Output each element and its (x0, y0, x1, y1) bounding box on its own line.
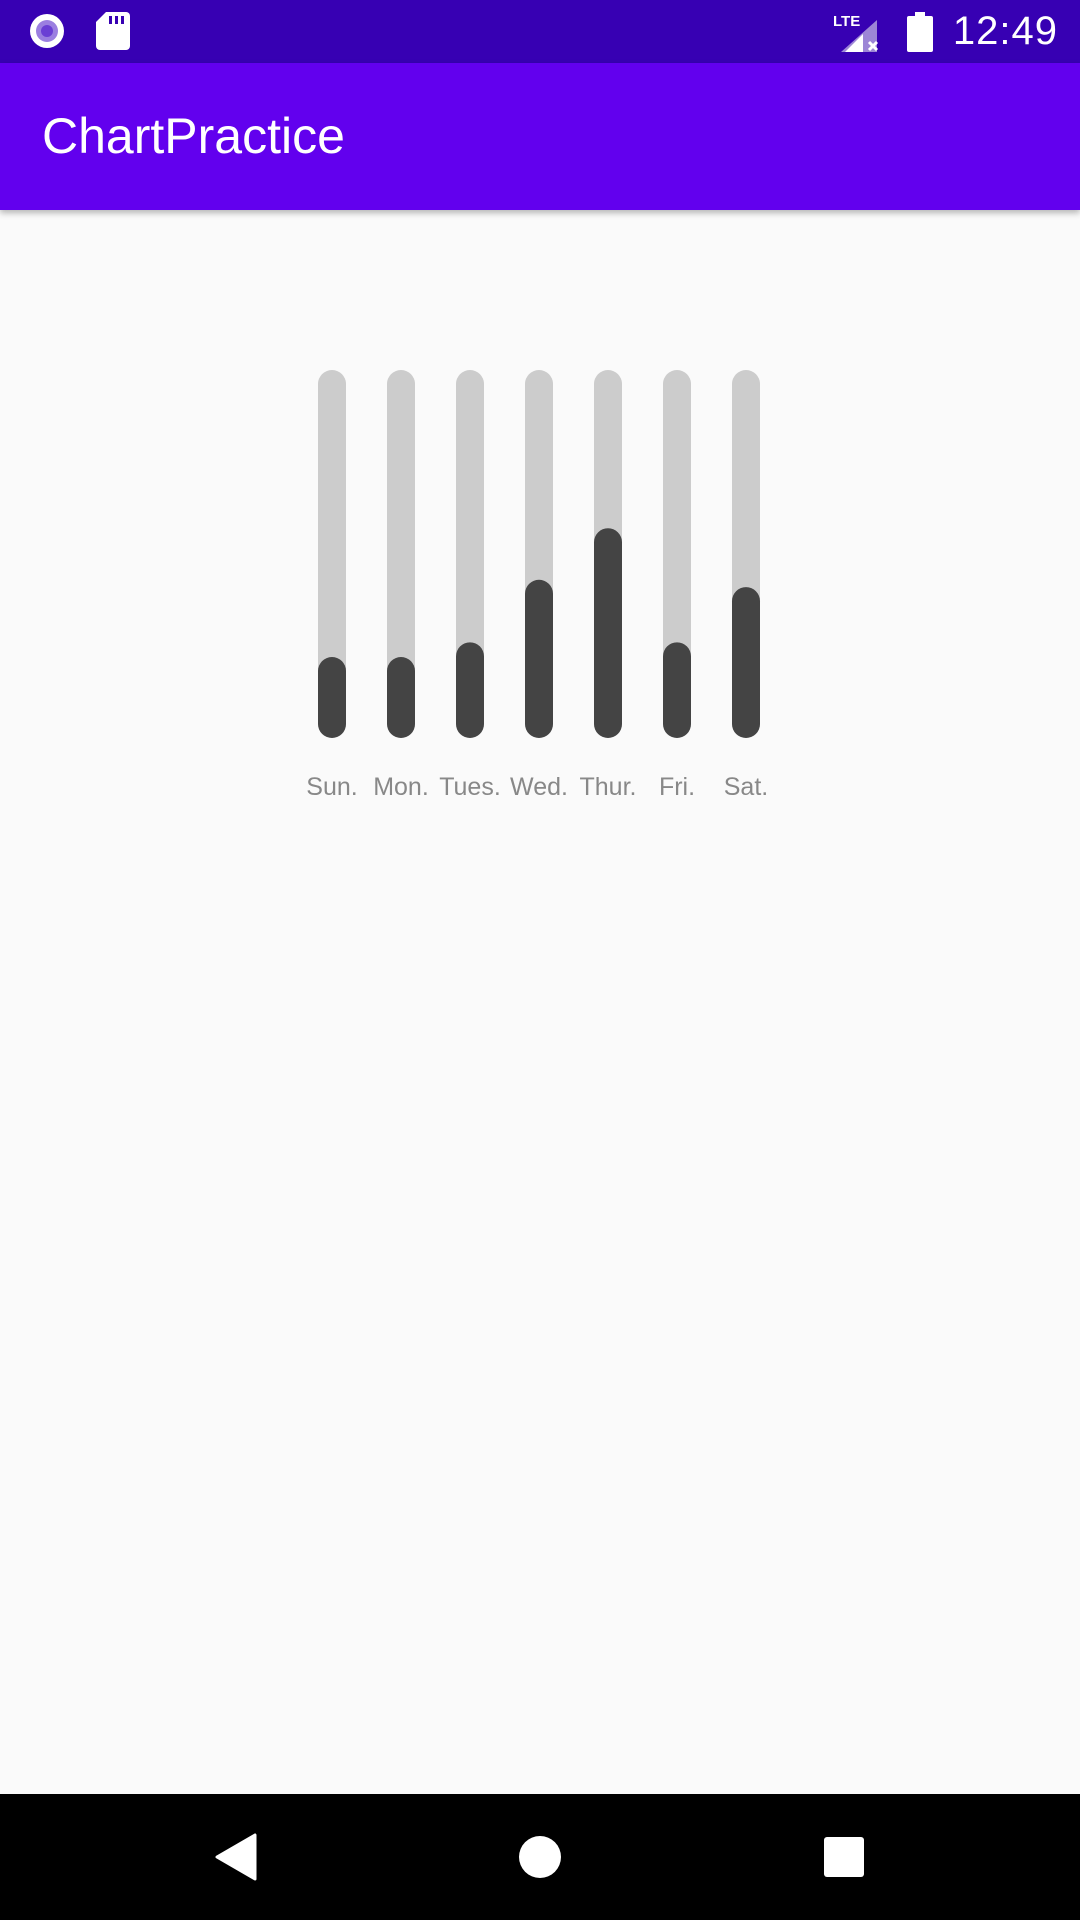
bar-group: Tues. (439, 370, 501, 801)
back-icon (215, 1833, 257, 1881)
bar-group: Thur. (580, 370, 637, 801)
bar (663, 642, 691, 738)
recents-button[interactable] (784, 1794, 904, 1920)
bar-group: Mon. (373, 370, 429, 801)
bar-group: Sun. (306, 370, 358, 801)
weekly-bar-chart: Sun. Mon. Tues. Wed. Thur. Fri. Sat. (306, 370, 768, 801)
x-tick-label: Thur. (580, 773, 637, 801)
app-bar: ChartPractice (0, 63, 1080, 210)
x-tick-label: Tues. (439, 773, 501, 801)
bar-group: Sat. (724, 370, 768, 801)
bar-group: Fri. (659, 370, 695, 801)
bar (594, 528, 622, 738)
home-icon (519, 1836, 561, 1878)
clock: 12:49 (952, 9, 1058, 53)
bar (732, 587, 760, 738)
bar-group: Wed. (510, 370, 568, 801)
svg-text:LTE: LTE (833, 13, 860, 30)
x-tick-label: Sun. (306, 773, 357, 801)
notification-circle-icon (30, 14, 64, 48)
sd-card-icon (96, 12, 130, 50)
signal-no-data-icon: LTE (833, 13, 878, 52)
bar (318, 657, 346, 738)
navigation-bar (0, 1794, 1080, 1920)
back-button[interactable] (175, 1794, 295, 1920)
x-tick-label: Fri. (659, 773, 695, 801)
status-bar: LTE 12:49 (0, 0, 1080, 63)
bar (525, 579, 553, 738)
recents-icon (824, 1837, 864, 1877)
x-tick-label: Mon. (373, 773, 429, 801)
bar (387, 657, 415, 738)
app-title: ChartPractice (42, 108, 345, 164)
x-tick-label: Sat. (724, 773, 768, 801)
home-button[interactable] (480, 1794, 600, 1920)
x-tick-label: Wed. (510, 773, 568, 801)
bar (456, 642, 484, 738)
battery-icon (906, 11, 933, 52)
